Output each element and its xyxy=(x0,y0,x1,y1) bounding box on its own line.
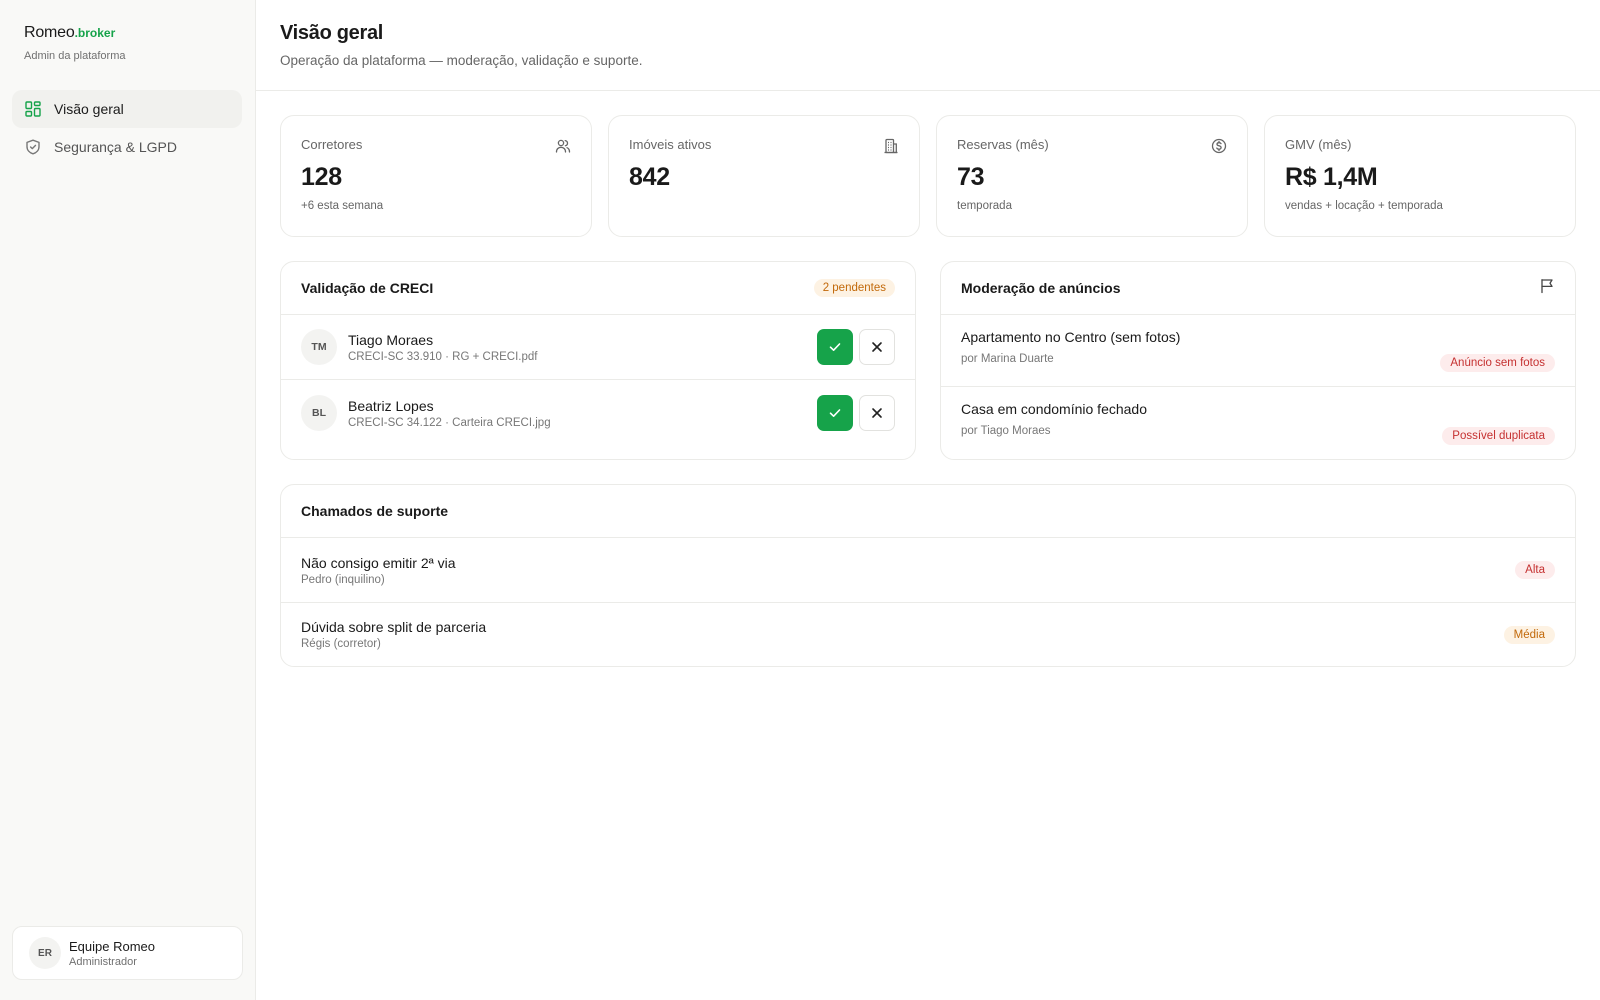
check-icon xyxy=(829,409,841,417)
brand-name: Romeo xyxy=(24,24,75,41)
main-content: Visão geral Operação da plataforma — mod… xyxy=(256,0,1600,1000)
support-tickets-panel: Chamados de suporte Não consigo emitir 2… xyxy=(280,484,1576,667)
ticket-requester: Régis (corretor) xyxy=(301,638,381,650)
page-subtitle: Operação da plataforma — moderação, vali… xyxy=(280,53,643,68)
ticket-title: Não consigo emitir 2ª via xyxy=(301,554,456,571)
priority-badge: Alta xyxy=(1515,561,1555,579)
creci-name: Beatriz Lopes xyxy=(348,397,434,414)
stat-value: 842 xyxy=(629,163,670,191)
panel-title: Validação de CRECI xyxy=(301,280,434,296)
creci-item: TM Tiago Moraes CRECI-SC 33.910 · RG + C… xyxy=(281,315,915,380)
ticket-requester: Pedro (inquilino) xyxy=(301,573,385,586)
approve-button[interactable] xyxy=(817,329,853,365)
ad-moderation-panel: Moderação de anúncios Apartamento no Cen… xyxy=(940,261,1576,460)
brand: Romeo.broker Admin da plataforma xyxy=(24,24,126,62)
stat-label: Reservas (mês) xyxy=(957,137,1049,152)
pending-badge: 2 pendentes xyxy=(813,279,895,297)
stat-card-imoveis-ativos: Imóveis ativos 842 xyxy=(608,115,920,237)
sidebar-item-label: Segurança & LGPD xyxy=(54,139,177,155)
flag-icon[interactable] xyxy=(1539,278,1555,299)
flag-badge: Possível duplicata xyxy=(1442,427,1555,445)
page-header: Visão geral Operação da plataforma — mod… xyxy=(256,0,1600,91)
check-icon xyxy=(829,343,841,351)
brand-logo[interactable]: Romeo.broker xyxy=(24,24,126,42)
support-ticket[interactable]: Não consigo emitir 2ª via Pedro (inquili… xyxy=(281,538,1575,603)
sidebar-item-label: Visão geral xyxy=(54,101,124,117)
panel-header: Moderação de anúncios xyxy=(941,262,1575,315)
shield-check-icon xyxy=(25,139,41,155)
panel-header: Validação de CRECI 2 pendentes xyxy=(281,262,915,315)
dashboard-grid-icon xyxy=(25,101,41,117)
brand-subtitle: Admin da plataforma xyxy=(24,50,126,62)
stats-row: Corretores 128 +6 esta semana Imóveis at… xyxy=(280,115,1576,237)
stat-label: Corretores xyxy=(301,137,363,152)
reject-button[interactable] xyxy=(859,329,895,365)
panels-row: Validação de CRECI 2 pendentes TM Tiago … xyxy=(280,261,1576,460)
ad-title: Apartamento no Centro (sem fotos) xyxy=(961,329,1181,345)
avatar: TM xyxy=(301,329,337,365)
stat-note: vendas + locação + temporada xyxy=(1285,200,1443,212)
panel-title: Moderação de anúncios xyxy=(961,280,1121,296)
stat-label: Imóveis ativos xyxy=(629,137,712,152)
stat-value: 128 xyxy=(301,163,342,191)
stat-value: R$ 1,4M xyxy=(1285,163,1378,191)
ad-title: Casa em condomínio fechado xyxy=(961,401,1147,417)
user-name: Equipe Romeo xyxy=(69,938,155,954)
page-title: Visão geral xyxy=(280,22,384,44)
user-role: Administrador xyxy=(69,955,137,968)
sidebar-item-seguranca-lgpd[interactable]: Segurança & LGPD xyxy=(12,128,242,166)
creci-document: CRECI-SC 34.122 · Carteira CRECI.jpg xyxy=(348,416,551,429)
brand-suffix: .broker xyxy=(74,26,116,40)
close-icon xyxy=(872,408,882,418)
stat-card-corretores: Corretores 128 +6 esta semana xyxy=(280,115,592,237)
flag-badge: Anúncio sem fotos xyxy=(1440,354,1555,372)
reject-button[interactable] xyxy=(859,395,895,431)
panel-title: Chamados de suporte xyxy=(301,503,449,519)
support-ticket[interactable]: Dúvida sobre split de parceria Régis (co… xyxy=(281,603,1575,666)
sidebar-item-visao-geral[interactable]: Visão geral xyxy=(12,90,242,128)
user-card[interactable]: ER Equipe Romeo Administrador xyxy=(12,926,243,980)
approve-button[interactable] xyxy=(817,395,853,431)
stat-card-gmv: GMV (mês) R$ 1,4M vendas + locação + tem… xyxy=(1264,115,1576,237)
dashboard-content: Corretores 128 +6 esta semana Imóveis at… xyxy=(256,91,1600,667)
sidebar-nav: Visão geral Segurança & LGPD xyxy=(12,90,242,166)
stat-card-reservas: Reservas (mês) 73 temporada xyxy=(936,115,1248,237)
creci-validation-panel: Validação de CRECI 2 pendentes TM Tiago … xyxy=(280,261,916,460)
sidebar: Romeo.broker Admin da plataforma Visão g… xyxy=(0,0,256,1000)
ticket-title: Dúvida sobre split de parceria xyxy=(301,619,487,635)
stat-value: 73 xyxy=(957,163,985,191)
moderation-item[interactable]: Apartamento no Centro (sem fotos) por Ma… xyxy=(941,315,1575,387)
creci-item: BL Beatriz Lopes CRECI-SC 34.122 · Carte… xyxy=(281,380,915,450)
stat-label: GMV (mês) xyxy=(1285,137,1352,152)
avatar: ER xyxy=(29,937,61,969)
priority-badge: Média xyxy=(1503,625,1555,644)
creci-name: Tiago Moraes xyxy=(348,331,434,348)
panel-header: Chamados de suporte xyxy=(281,485,1575,538)
users-icon xyxy=(555,138,571,154)
stat-note: +6 esta semana xyxy=(301,200,384,212)
creci-document: CRECI-SC 33.910 · RG + CRECI.pdf xyxy=(348,350,538,363)
building-icon xyxy=(883,138,899,154)
stat-note: temporada xyxy=(957,200,1012,212)
dollar-circle-icon xyxy=(1211,138,1227,154)
moderation-item[interactable]: Casa em condomínio fechado por Tiago Mor… xyxy=(941,387,1575,459)
avatar: BL xyxy=(301,395,337,431)
close-icon xyxy=(872,342,882,352)
